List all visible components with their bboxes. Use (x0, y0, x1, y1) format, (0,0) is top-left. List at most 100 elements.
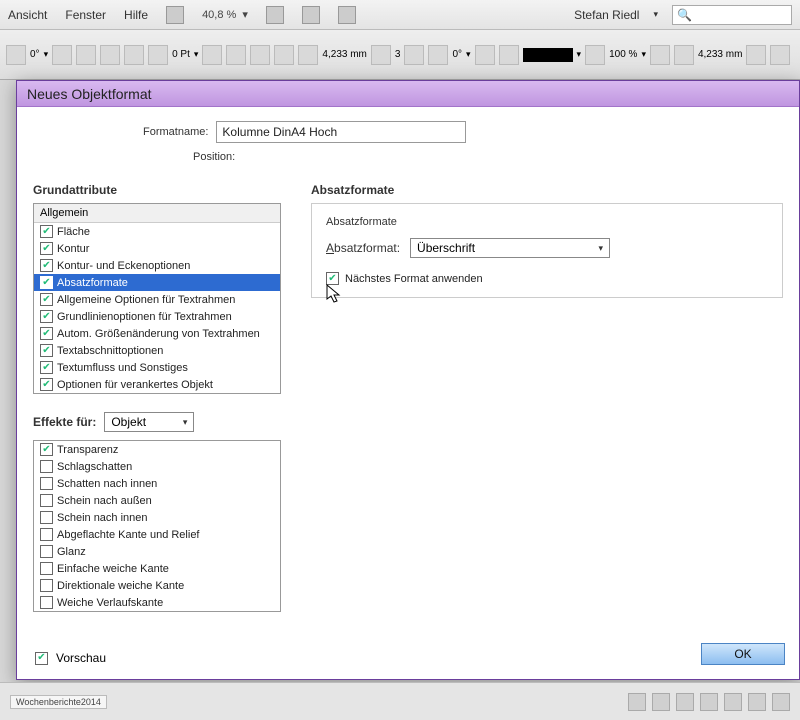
grund-checkbox[interactable] (40, 327, 53, 340)
stroke-weight[interactable]: 0 Pt (172, 49, 190, 60)
cols-field[interactable]: 3 (395, 49, 401, 60)
tool-icon[interactable] (746, 45, 766, 65)
effects-checkbox[interactable] (40, 579, 53, 592)
tool-icon[interactable] (6, 45, 26, 65)
effects-checkbox[interactable] (40, 460, 53, 473)
tool-icon[interactable] (371, 45, 391, 65)
grund-item[interactable]: Textumfluss und Sonstiges (34, 359, 280, 376)
effects-item[interactable]: Schatten nach innen (34, 475, 280, 492)
tool-icon[interactable] (124, 45, 144, 65)
grund-checkbox[interactable] (40, 276, 53, 289)
grund-item[interactable]: Allgemeine Optionen für Textrahmen (34, 291, 280, 308)
search-input[interactable]: 🔍 (672, 5, 792, 25)
tool-icon[interactable] (428, 45, 448, 65)
effects-item[interactable]: Schein nach innen (34, 509, 280, 526)
tool-icon[interactable] (298, 45, 318, 65)
panel-icon[interactable] (700, 693, 718, 711)
grund-checkbox[interactable] (40, 361, 53, 374)
tool-icon[interactable] (202, 45, 222, 65)
fx-icon[interactable] (250, 45, 270, 65)
effects-checkbox[interactable] (40, 596, 53, 609)
preview-checkbox[interactable] (35, 652, 48, 665)
tool-icon[interactable] (226, 45, 246, 65)
grund-checkbox[interactable] (40, 310, 53, 323)
doc-tab[interactable]: Wochenberichte2014 (10, 695, 107, 709)
effects-item[interactable]: Schein nach außen (34, 492, 280, 509)
trash-icon[interactable] (772, 693, 790, 711)
tool-icon[interactable] (52, 45, 72, 65)
obj-zoom[interactable]: 100 % (609, 49, 637, 60)
tool-icon[interactable] (100, 45, 120, 65)
width-field[interactable]: 4,233 mm (322, 49, 366, 60)
effects-target-dropdown[interactable]: Objekt▾ (104, 412, 194, 432)
formatname-input[interactable] (216, 121, 466, 143)
layout-icon-1[interactable] (266, 6, 284, 24)
grund-checkbox[interactable] (40, 242, 53, 255)
panel-icon[interactable] (676, 693, 694, 711)
effects-item[interactable]: Einfache weiche Kante (34, 560, 280, 577)
effects-item[interactable]: Weiche Verlaufskante (34, 594, 280, 611)
effects-item[interactable]: Glanz (34, 543, 280, 560)
effects-checkbox[interactable] (40, 545, 53, 558)
grund-item[interactable]: Kontur- und Eckenoptionen (34, 257, 280, 274)
layout-icon-3[interactable] (338, 6, 356, 24)
tool-icon[interactable] (674, 45, 694, 65)
effects-checkbox[interactable] (40, 443, 53, 456)
grund-title: Grundattribute (33, 183, 281, 197)
grund-item[interactable]: Grundlinienoptionen für Textrahmen (34, 308, 280, 325)
menu-ansicht[interactable]: Ansicht (8, 8, 47, 22)
grund-item[interactable]: Optionen für verankertes Objekt (34, 376, 280, 393)
panel-icon[interactable] (652, 693, 670, 711)
effects-item[interactable]: Transparenz (34, 441, 280, 458)
stroke-icon[interactable] (148, 45, 168, 65)
effects-checkbox[interactable] (40, 528, 53, 541)
new-object-style-dialog: Neues Objektformat Formatname: Position:… (16, 80, 800, 680)
effects-item-label: Transparenz (57, 444, 118, 456)
grund-item[interactable]: Textabschnittoptionen (34, 342, 280, 359)
next-format-checkbox[interactable] (326, 272, 339, 285)
height-field[interactable]: 4,233 mm (698, 49, 742, 60)
grund-item[interactable]: Kontur (34, 240, 280, 257)
effects-checkbox[interactable] (40, 562, 53, 575)
menu-hilfe[interactable]: Hilfe (124, 8, 148, 22)
grund-header[interactable]: Allgemein (34, 204, 280, 223)
ok-button[interactable]: OK (701, 643, 785, 665)
layout-icon-2[interactable] (302, 6, 320, 24)
effects-checkbox[interactable] (40, 494, 53, 507)
effects-item[interactable]: Direktionale weiche Kante (34, 577, 280, 594)
effects-label: Effekte für: (33, 415, 96, 429)
panel-icon[interactable] (748, 693, 766, 711)
tool-icon[interactable] (650, 45, 670, 65)
grund-checkbox[interactable] (40, 378, 53, 391)
tool-icon[interactable] (770, 45, 790, 65)
effects-item-label: Schein nach außen (57, 495, 152, 507)
tool-icon[interactable] (475, 45, 495, 65)
tool-icon[interactable] (404, 45, 424, 65)
grund-item[interactable]: Autom. Größenänderung von Textrahmen (34, 325, 280, 342)
menu-fenster[interactable]: Fenster (65, 8, 106, 22)
tool-icon[interactable] (585, 45, 605, 65)
grund-checkbox[interactable] (40, 344, 53, 357)
effects-item[interactable]: Schlagschatten (34, 458, 280, 475)
shear-angle[interactable]: 0° (452, 49, 462, 60)
effects-checkbox[interactable] (40, 477, 53, 490)
tool-icon[interactable] (274, 45, 294, 65)
grund-item[interactable]: Fläche (34, 223, 280, 240)
bridge-icon[interactable] (166, 6, 184, 24)
grund-checkbox[interactable] (40, 259, 53, 272)
panel-icon[interactable] (628, 693, 646, 711)
grund-checkbox[interactable] (40, 293, 53, 306)
grund-checkbox[interactable] (40, 225, 53, 238)
effects-item[interactable]: Abgeflachte Kante und Relief (34, 526, 280, 543)
zoom-level[interactable]: 40,8 %▾ (202, 8, 248, 21)
fill-swatch[interactable] (523, 48, 573, 62)
preview-label: Vorschau (56, 651, 106, 665)
grund-item[interactable]: Absatzformate (34, 274, 280, 291)
absatzformat-dropdown[interactable]: Überschrift▾ (410, 238, 610, 258)
tool-icon[interactable] (76, 45, 96, 65)
user-name[interactable]: Stefan Riedl (574, 8, 639, 22)
tool-icon[interactable] (499, 45, 519, 65)
effects-checkbox[interactable] (40, 511, 53, 524)
rotate-angle[interactable]: 0° (30, 49, 40, 60)
panel-icon[interactable] (724, 693, 742, 711)
